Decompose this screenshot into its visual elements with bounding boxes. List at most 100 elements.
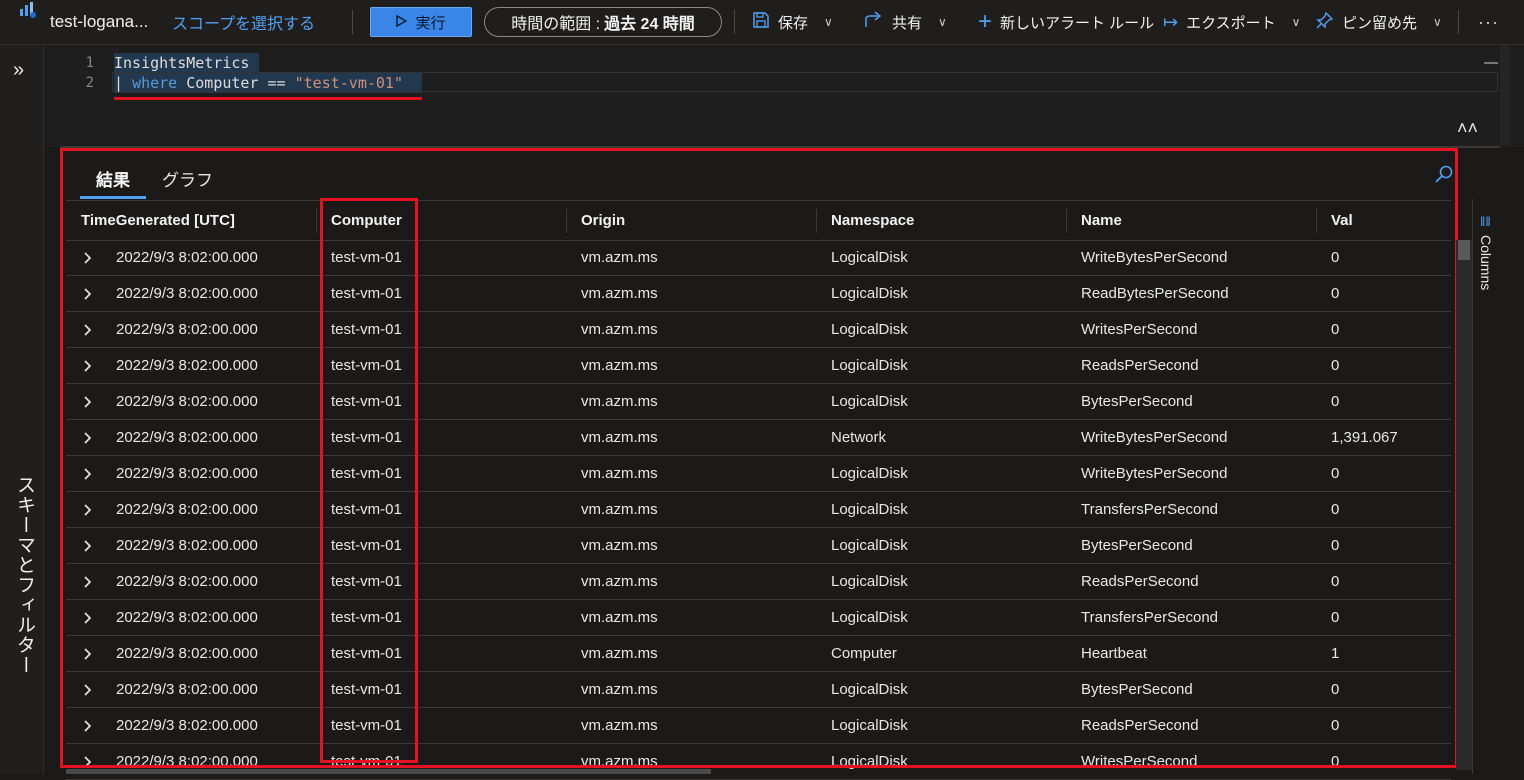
cell-timegenerated: 2022/9/3 8:02:00.000 xyxy=(116,609,258,626)
cell-origin: vm.azm.ms xyxy=(581,681,658,698)
schema-filter-label[interactable]: スキーマとフィルター xyxy=(11,475,38,675)
schema-filter-rail: » スキーマとフィルター xyxy=(0,45,44,774)
cell-namespace: LogicalDisk xyxy=(831,609,908,626)
header-val[interactable]: Val xyxy=(1331,201,1353,240)
tab-chart[interactable]: グラフ xyxy=(146,160,229,196)
cell-name: ReadsPerSecond xyxy=(1081,357,1199,374)
editor-scrollbar[interactable] xyxy=(1500,45,1510,145)
column-divider[interactable] xyxy=(816,209,817,233)
row-expand-icon[interactable] xyxy=(84,276,92,311)
column-divider[interactable] xyxy=(1316,209,1317,233)
workspace-title[interactable]: test-logana... xyxy=(50,0,148,44)
row-expand-icon[interactable] xyxy=(84,708,92,743)
cell-timegenerated: 2022/9/3 8:02:00.000 xyxy=(116,429,258,446)
table-row[interactable]: 2022/9/3 8:02:00.000 test-vm-01 vm.azm.ms L… xyxy=(66,384,1451,420)
pin-to-button[interactable]: ピン留め先 ∨ xyxy=(1316,0,1442,44)
cell-origin: vm.azm.ms xyxy=(581,717,658,734)
header-timegenerated[interactable]: TimeGenerated [UTC] xyxy=(81,201,235,240)
cell-namespace: LogicalDisk xyxy=(831,573,908,590)
row-expand-icon[interactable] xyxy=(84,420,92,455)
export-button[interactable]: ↦ エクスポート ∨ xyxy=(1163,0,1300,44)
cell-namespace: LogicalDisk xyxy=(831,717,908,734)
run-button[interactable]: 実行 xyxy=(370,7,472,37)
cell-val: 0 xyxy=(1331,609,1340,626)
header-origin[interactable]: Origin xyxy=(581,201,625,240)
cell-computer: test-vm-01 xyxy=(331,393,402,410)
cell-name: ReadBytesPerSecond xyxy=(1081,285,1229,302)
table-row[interactable]: 2022/9/3 8:02:00.000 test-vm-01 vm.azm.ms L… xyxy=(66,456,1451,492)
row-expand-icon[interactable] xyxy=(84,600,92,635)
query-line-1[interactable]: InsightsMetrics xyxy=(114,54,249,72)
table-row[interactable]: 2022/9/3 8:02:00.000 test-vm-01 vm.azm.ms N… xyxy=(66,420,1451,456)
cell-origin: vm.azm.ms xyxy=(581,537,658,554)
cell-origin: vm.azm.ms xyxy=(581,429,658,446)
cell-origin: vm.azm.ms xyxy=(581,573,658,590)
more-icon[interactable]: ··· xyxy=(1478,0,1499,44)
row-expand-icon[interactable] xyxy=(84,636,92,671)
cell-computer: test-vm-01 xyxy=(331,249,402,266)
cell-val: 0 xyxy=(1331,357,1340,374)
table-row[interactable]: 2022/9/3 8:02:00.000 test-vm-01 vm.azm.ms L… xyxy=(66,564,1451,600)
row-expand-icon[interactable] xyxy=(84,492,92,527)
row-expand-icon[interactable] xyxy=(84,240,92,275)
table-row[interactable]: 2022/9/3 8:02:00.000 test-vm-01 vm.azm.ms L… xyxy=(66,276,1451,312)
column-divider[interactable] xyxy=(316,209,317,233)
table-row[interactable]: 2022/9/3 8:02:00.000 test-vm-01 vm.azm.ms C… xyxy=(66,636,1451,672)
results-vertical-scrollbar[interactable] xyxy=(1456,240,1472,770)
header-namespace[interactable]: Namespace xyxy=(831,201,914,240)
query-editor[interactable] xyxy=(44,45,1524,147)
new-alert-rule-button[interactable]: + 新しいアラート ルール xyxy=(978,0,1154,44)
row-expand-icon[interactable] xyxy=(84,312,92,347)
cell-val: 0 xyxy=(1331,573,1340,590)
tab-results[interactable]: 結果 xyxy=(80,160,146,199)
table-row[interactable]: 2022/9/3 8:02:00.000 test-vm-01 vm.azm.ms L… xyxy=(66,600,1451,636)
row-expand-icon[interactable] xyxy=(84,672,92,707)
table-row[interactable]: 2022/9/3 8:02:00.000 test-vm-01 vm.azm.ms L… xyxy=(66,708,1451,744)
cell-timegenerated: 2022/9/3 8:02:00.000 xyxy=(116,537,258,554)
search-icon[interactable] xyxy=(1434,164,1454,190)
expand-rail-icon[interactable]: » xyxy=(13,59,24,82)
row-expand-icon[interactable] xyxy=(84,456,92,491)
cell-timegenerated: 2022/9/3 8:02:00.000 xyxy=(116,465,258,482)
chevron-down-icon: ∨ xyxy=(1291,15,1301,29)
cell-timegenerated: 2022/9/3 8:02:00.000 xyxy=(116,501,258,518)
row-expand-icon[interactable] xyxy=(84,348,92,383)
cell-namespace: LogicalDisk xyxy=(831,681,908,698)
cell-computer: test-vm-01 xyxy=(331,573,402,590)
cell-val: 0 xyxy=(1331,321,1340,338)
save-button[interactable]: 保存 ∨ xyxy=(752,0,833,44)
query-line-2[interactable]: | where Computer == "test-vm-01" xyxy=(114,74,403,92)
table-row[interactable]: 2022/9/3 8:02:00.000 test-vm-01 vm.azm.ms L… xyxy=(66,312,1451,348)
table-row[interactable]: 2022/9/3 8:02:00.000 test-vm-01 vm.azm.ms L… xyxy=(66,348,1451,384)
columns-icon[interactable]: ‖‖ xyxy=(1480,214,1491,229)
row-expand-icon[interactable] xyxy=(84,564,92,599)
header-name[interactable]: Name xyxy=(1081,201,1122,240)
results-horizontal-scrollbar[interactable] xyxy=(66,769,711,774)
cell-val: 0 xyxy=(1331,717,1340,734)
table-row[interactable]: 2022/9/3 8:02:00.000 test-vm-01 vm.azm.ms L… xyxy=(66,240,1451,276)
log-analytics-icon xyxy=(18,0,38,20)
cell-computer: test-vm-01 xyxy=(331,501,402,518)
time-range-picker[interactable]: 時間の範囲 : 過去 24 時間 xyxy=(484,7,722,37)
cell-val: 0 xyxy=(1331,393,1340,410)
string-token: "test-vm-01" xyxy=(294,74,403,92)
run-label: 実行 xyxy=(415,14,446,32)
table-row[interactable]: 2022/9/3 8:02:00.000 test-vm-01 vm.azm.ms L… xyxy=(66,528,1451,564)
columns-pane-toggle[interactable]: Columns xyxy=(1478,235,1494,290)
cell-namespace: LogicalDisk xyxy=(831,537,908,554)
header-computer[interactable]: Computer xyxy=(331,201,402,240)
table-row[interactable]: 2022/9/3 8:02:00.000 test-vm-01 vm.azm.ms L… xyxy=(66,672,1451,708)
column-divider[interactable] xyxy=(1066,209,1067,233)
row-expand-icon[interactable] xyxy=(84,528,92,563)
table-row[interactable]: 2022/9/3 8:02:00.000 test-vm-01 vm.azm.ms L… xyxy=(66,492,1451,528)
cell-origin: vm.azm.ms xyxy=(581,393,658,410)
scrollbar-thumb[interactable] xyxy=(1458,240,1470,260)
share-button[interactable]: 共有 ∨ xyxy=(864,0,947,44)
cell-origin: vm.azm.ms xyxy=(581,465,658,482)
row-expand-icon[interactable] xyxy=(84,384,92,419)
column-divider[interactable] xyxy=(566,209,567,233)
table-row[interactable]: 2022/9/3 8:02:00.000 test-vm-01 vm.azm.ms L… xyxy=(66,744,1451,780)
cell-namespace: Computer xyxy=(831,645,897,662)
select-scope-link[interactable]: スコープを選択する xyxy=(172,0,315,44)
collapse-editor-icon[interactable]: ˄˄ xyxy=(1457,118,1478,139)
